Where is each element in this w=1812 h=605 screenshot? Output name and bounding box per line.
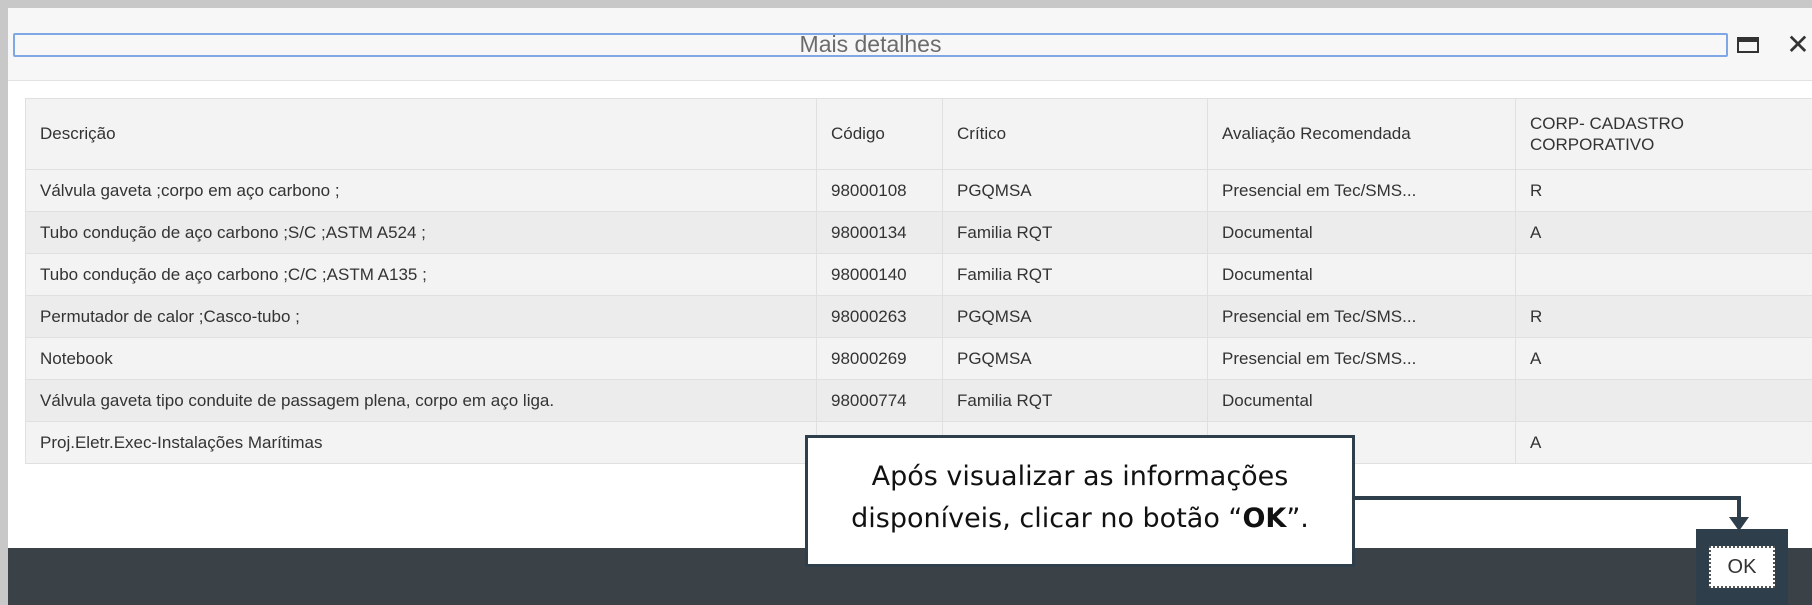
cell-critico: Familia RQT [942,379,1208,422]
cell-descricao: Tubo condução de aço carbono ;S/C ;ASTM … [25,211,817,254]
cell-descricao: Notebook [25,337,817,380]
close-icon: ✕ [1786,29,1810,60]
instruction-callout: Após visualizar as informações disponíve… [805,435,1355,567]
maximize-button[interactable] [1733,32,1763,58]
cell-descricao: Tubo condução de aço carbono ;C/C ;ASTM … [25,253,817,296]
cell-codigo: 98000134 [816,211,943,254]
cell-corp: A [1515,211,1812,254]
cell-critico: PGQMSA [942,295,1208,338]
table-header-row: Descrição Código Crítico Avaliação Recom… [25,98,1812,170]
cell-codigo: 98000108 [816,169,943,212]
cell-avaliacao: Presencial em Tec/SMS... [1207,337,1516,380]
ok-button-highlight: OK [1696,529,1788,605]
cell-descricao: Proj.Eletr.Exec-Instalações Marítimas [25,421,817,464]
callout-line-1: Após visualizar as informações [871,461,1289,492]
close-button[interactable]: ✕ [1783,29,1812,60]
cell-critico: Familia RQT [942,253,1208,296]
dialog-title-field: Mais detalhes [13,33,1728,57]
maximize-icon [1737,37,1759,53]
cell-corp: A [1515,421,1812,464]
cell-corp: R [1515,169,1812,212]
cell-avaliacao: Presencial em Tec/SMS... [1207,295,1516,338]
column-header-codigo[interactable]: Código [816,98,943,170]
table-row[interactable]: Tubo condução de aço carbono ;S/C ;ASTM … [25,211,1812,254]
cell-descricao: Permutador de calor ;Casco-tubo ; [25,295,817,338]
cell-corp: R [1515,295,1812,338]
callout-line-2: disponíveis, clicar no botão “OK”. [808,498,1352,540]
ok-button[interactable]: OK [1709,546,1775,588]
column-header-descricao[interactable]: Descrição [25,98,817,170]
cell-avaliacao: Documental [1207,379,1516,422]
arrow-down-icon [1729,517,1749,531]
cell-descricao: Válvula gaveta tipo conduite de passagem… [25,379,817,422]
cell-corp [1515,379,1812,422]
callout-connector [1353,496,1739,500]
cell-corp: A [1515,337,1812,380]
cell-avaliacao: Presencial em Tec/SMS... [1207,169,1516,212]
cell-avaliacao: Documental [1207,253,1516,296]
cell-codigo: 98000774 [816,379,943,422]
dialog-titlebar: Mais detalhes ✕ [8,8,1812,81]
cell-codigo: 98000263 [816,295,943,338]
callout-line-2-suffix: ”. [1286,503,1309,534]
cell-codigo: 98000269 [816,337,943,380]
table-row[interactable]: Permutador de calor ;Casco-tubo ; 980002… [25,295,1812,338]
column-header-corp-cadastro[interactable]: CORP- CADASTRO CORPORATIVO [1515,98,1812,170]
details-table: Descrição Código Crítico Avaliação Recom… [25,98,1812,464]
callout-ok-emphasis: OK [1242,503,1287,534]
table-row[interactable]: Válvula gaveta tipo conduite de passagem… [25,379,1812,422]
table-row[interactable]: Notebook 98000269 PGQMSA Presencial em T… [25,337,1812,380]
cell-codigo: 98000140 [816,253,943,296]
column-header-avaliacao[interactable]: Avaliação Recomendada [1207,98,1516,170]
column-header-critico[interactable]: Crítico [942,98,1208,170]
cell-critico: PGQMSA [942,337,1208,380]
dialog-title: Mais detalhes [799,31,942,57]
cell-critico: PGQMSA [942,169,1208,212]
cell-critico: Familia RQT [942,211,1208,254]
cell-avaliacao: Documental [1207,211,1516,254]
cell-corp [1515,253,1812,296]
callout-line-2-prefix: disponíveis, clicar no botão “ [851,503,1243,534]
table-row[interactable]: Tubo condução de aço carbono ;C/C ;ASTM … [25,253,1812,296]
table-row[interactable]: Válvula gaveta ;corpo em aço carbono ; 9… [25,169,1812,212]
cell-descricao: Válvula gaveta ;corpo em aço carbono ; [25,169,817,212]
